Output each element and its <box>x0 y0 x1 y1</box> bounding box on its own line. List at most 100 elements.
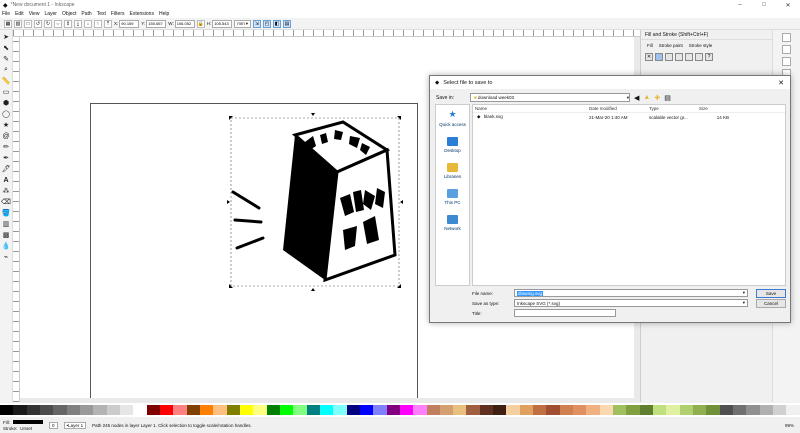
tab-stroke-style[interactable]: Stroke style <box>689 43 713 48</box>
ellipse-tool-icon[interactable]: ◯ <box>1 109 11 119</box>
palette-swatch[interactable] <box>599 405 614 415</box>
connector-tool-icon[interactable]: ⌁ <box>1 252 11 262</box>
palette-swatch[interactable] <box>39 405 54 415</box>
lock-icon[interactable]: 🔒 <box>196 19 205 28</box>
menu-edit[interactable]: Edit <box>15 11 24 17</box>
palette-swatch[interactable] <box>733 405 747 415</box>
palette-swatch[interactable] <box>479 405 494 415</box>
file-name-input[interactable]: drawing.svg ▾ <box>514 289 748 297</box>
layer-select[interactable]: •Layer 1 <box>63 421 87 429</box>
palette-swatch[interactable] <box>693 405 707 415</box>
palette-swatch[interactable] <box>13 405 27 415</box>
h-input[interactable] <box>212 19 233 28</box>
palette-swatch[interactable] <box>133 405 147 415</box>
w-input[interactable] <box>174 19 195 28</box>
tab-fill[interactable]: Fill <box>647 43 653 48</box>
drawing-selection[interactable] <box>225 110 405 295</box>
3d-box-tool-icon[interactable]: ⬢ <box>1 98 11 108</box>
palette-swatch[interactable] <box>439 405 454 415</box>
spiral-tool-icon[interactable]: @ <box>1 131 11 141</box>
calligraphy-tool-icon[interactable]: 🖋 <box>1 164 11 174</box>
up-folder-icon[interactable]: ▲ <box>643 94 650 101</box>
palette-swatch[interactable] <box>746 405 760 415</box>
fill-swatch[interactable] <box>13 420 43 424</box>
bucket-tool-icon[interactable]: 🪣 <box>1 208 11 218</box>
palette-swatch[interactable] <box>93 405 107 415</box>
palette-swatch[interactable] <box>213 405 227 415</box>
palette-swatch[interactable] <box>173 405 187 415</box>
column-size[interactable]: Size <box>697 106 737 111</box>
palette-swatch[interactable] <box>506 405 520 415</box>
dropper-tool-icon[interactable]: 💧 <box>1 241 11 251</box>
palette-swatch[interactable] <box>159 405 174 415</box>
tweak-tool-icon[interactable]: ✎ <box>1 54 11 64</box>
rotate-ccw-icon[interactable]: ↺ <box>34 19 42 28</box>
star-tool-icon[interactable]: ★ <box>1 120 11 130</box>
place-network[interactable]: Network <box>444 215 461 231</box>
pen-tool-icon[interactable]: ✒ <box>1 153 11 163</box>
palette-swatch[interactable] <box>626 405 640 415</box>
pencil-tool-icon[interactable]: ✏ <box>1 142 11 152</box>
measure-tool-icon[interactable]: 📏 <box>1 76 11 86</box>
column-date[interactable]: Date modified <box>587 106 647 111</box>
palette-swatch[interactable] <box>519 405 534 415</box>
palette-swatch[interactable] <box>426 405 440 415</box>
palette-swatch[interactable] <box>759 405 774 415</box>
deselect-icon[interactable]: □ <box>24 19 32 28</box>
palette-swatch[interactable] <box>466 405 480 415</box>
menu-text[interactable]: Text <box>97 11 106 17</box>
gradient-tool-icon[interactable]: ▥ <box>1 219 11 229</box>
palette-swatch[interactable] <box>546 405 560 415</box>
column-name[interactable]: Name <box>473 106 587 111</box>
unset-paint-icon[interactable]: ? <box>705 53 713 61</box>
menu-help[interactable]: Help <box>159 11 169 17</box>
close-window-button[interactable]: ✕ <box>776 0 800 10</box>
menu-object[interactable]: Object <box>62 11 76 17</box>
close-icon[interactable]: ✕ <box>772 79 790 87</box>
transform-gradients-icon[interactable]: ◧ <box>272 19 281 28</box>
palette-swatch[interactable] <box>679 405 694 415</box>
back-icon[interactable]: ◀ <box>634 94 639 102</box>
scale-corners-icon[interactable]: ◰ <box>262 19 271 28</box>
palette-swatch[interactable] <box>106 405 120 415</box>
menu-layer[interactable]: Layer <box>44 11 57 17</box>
opacity-value[interactable]: 0 <box>49 421 58 429</box>
palette-swatch[interactable] <box>306 405 320 415</box>
mesh-gradient-icon[interactable] <box>685 53 693 61</box>
linear-gradient-icon[interactable] <box>665 53 673 61</box>
zoom-tool-icon[interactable]: ⌕ <box>1 65 11 75</box>
menu-extensions[interactable]: Extensions <box>130 11 154 17</box>
title-input[interactable] <box>514 309 616 317</box>
flat-color-icon[interactable] <box>655 53 663 61</box>
place-libraries[interactable]: Libraries <box>444 163 461 179</box>
place-quick-access[interactable]: ★ Quick access <box>439 109 466 127</box>
maximize-button[interactable]: □ <box>752 0 776 10</box>
palette-swatch[interactable] <box>239 405 254 415</box>
eraser-tool-icon[interactable]: ⌫ <box>1 197 11 207</box>
tab-stroke-paint[interactable]: Stroke paint <box>659 43 683 48</box>
text-tool-icon[interactable]: A <box>1 175 11 185</box>
palette-swatch[interactable] <box>786 405 800 415</box>
palette-swatch[interactable] <box>226 405 240 415</box>
palette-swatch[interactable] <box>79 405 94 415</box>
palette-swatch[interactable] <box>413 405 427 415</box>
save-type-select[interactable]: Inkscape SVG (*.svg) ▾ <box>514 299 748 307</box>
no-paint-icon[interactable]: ✕ <box>645 53 653 61</box>
palette-swatch[interactable] <box>253 405 267 415</box>
radial-gradient-icon[interactable] <box>675 53 683 61</box>
snap-toggle-icon[interactable] <box>782 33 791 42</box>
minimize-button[interactable]: – <box>728 0 752 10</box>
palette-swatch[interactable] <box>346 405 360 415</box>
palette-swatch[interactable] <box>279 405 294 415</box>
palette-swatch[interactable] <box>359 405 374 415</box>
palette-swatch[interactable] <box>26 405 40 415</box>
table-row[interactable]: ◆ blank.svg 21-Mar-20 1:40 AM scalable v… <box>473 113 785 121</box>
palette-swatch[interactable] <box>399 405 414 415</box>
palette-swatch[interactable] <box>146 405 160 415</box>
palette-swatch[interactable] <box>586 405 600 415</box>
x-input[interactable] <box>119 19 140 28</box>
palette-swatch[interactable] <box>266 405 280 415</box>
new-folder-icon[interactable]: ✚ <box>654 94 660 102</box>
palette-swatch[interactable] <box>0 405 14 415</box>
flip-vertical-icon[interactable]: ⇕ <box>64 19 72 28</box>
